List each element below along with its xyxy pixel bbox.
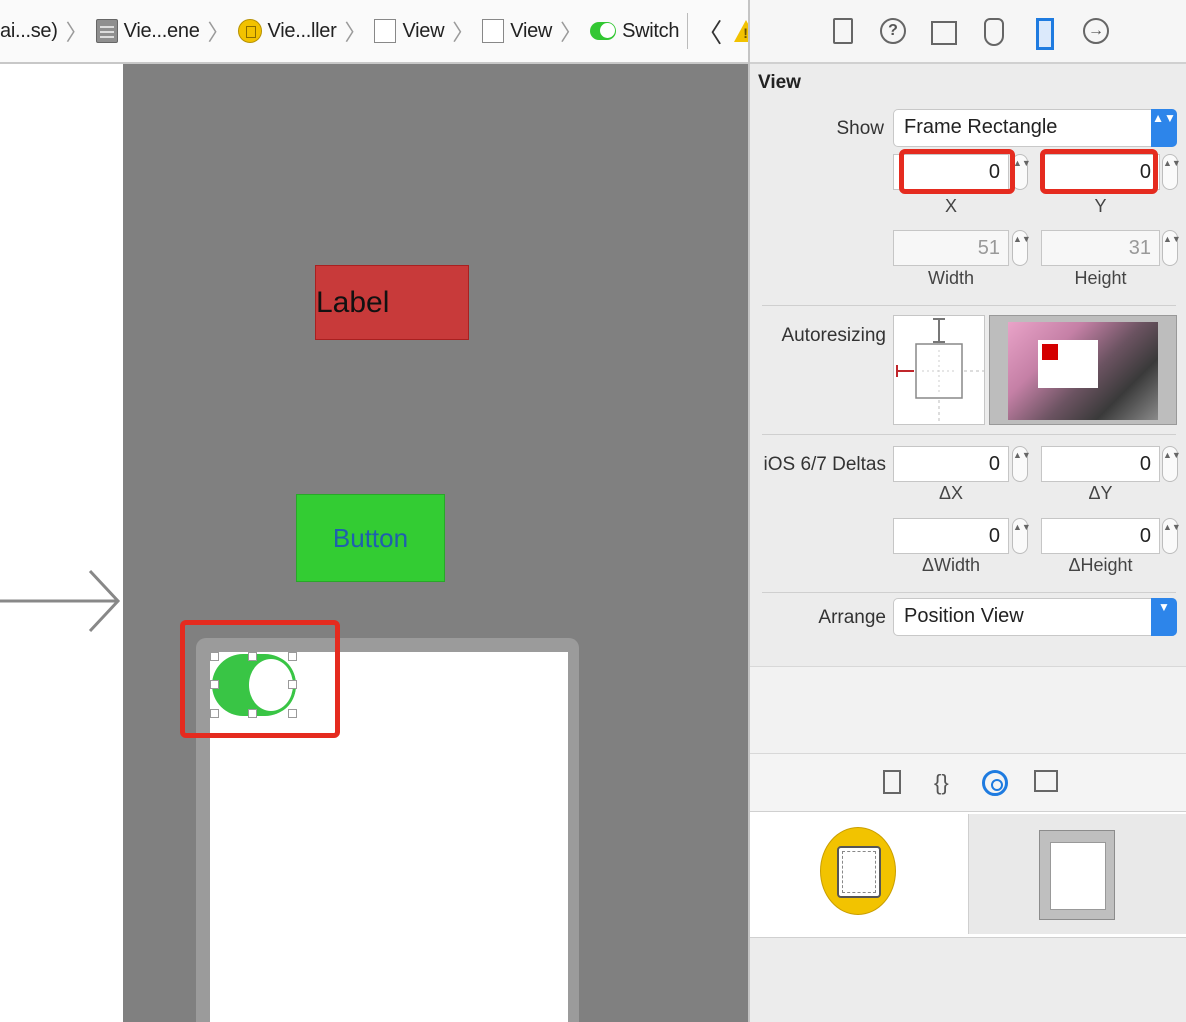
delta-height-caption: ΔHeight xyxy=(1068,555,1133,575)
attributes-inspector-icon[interactable] xyxy=(984,18,1004,46)
delta-x-stepper[interactable]: ▲▼ xyxy=(1012,446,1031,482)
section-title: View xyxy=(758,72,801,93)
breadcrumb-item-view[interactable]: View xyxy=(482,0,553,62)
delta-width-field[interactable]: 0 xyxy=(893,518,1009,554)
size-inspector-panel: ? → View Show Frame Rectangle ▲▼ 0 ▲▼ 0 … xyxy=(748,0,1186,1022)
code-snippet-library-icon[interactable]: {} xyxy=(934,770,949,796)
arrange-label: Arrange xyxy=(818,607,886,628)
breadcrumb-item-scene[interactable]: Vie...ene xyxy=(95,0,200,62)
delta-y-caption: ΔY xyxy=(1088,483,1113,503)
breadcrumb-label: View xyxy=(402,19,445,42)
height-stepper[interactable]: ▲▼ xyxy=(1162,230,1181,266)
resize-handle[interactable] xyxy=(248,709,257,718)
breadcrumb-label: Vie...ene xyxy=(123,19,200,42)
delta-width-caption: ΔWidth xyxy=(921,555,981,575)
breadcrumb-label: ai...se) xyxy=(0,19,58,42)
show-popup-value: Frame Rectangle xyxy=(904,116,1058,138)
deltas-label: iOS 6/7 Deltas xyxy=(763,454,887,475)
breadcrumb-label: Vie...ller xyxy=(267,19,337,42)
breadcrumb-separator: 〉 xyxy=(344,20,367,45)
preview-subview xyxy=(1042,344,1058,360)
show-label: Show xyxy=(836,118,884,139)
object-library-grid xyxy=(750,812,1186,938)
arrange-popup-value: Position View xyxy=(904,605,1024,627)
view-controller-icon xyxy=(237,19,262,43)
y-field[interactable]: 0 xyxy=(1041,154,1160,190)
x-field[interactable]: 0 xyxy=(893,154,1009,190)
divider xyxy=(762,592,1176,593)
library-tab-bar: {} xyxy=(750,754,1186,812)
breadcrumb-separator: 〉 xyxy=(560,20,583,45)
file-inspector-icon[interactable] xyxy=(833,18,853,44)
identity-inspector-icon[interactable] xyxy=(931,21,957,45)
autoresizing-mask-editor[interactable] xyxy=(893,315,985,425)
resize-handle[interactable] xyxy=(288,680,297,689)
resize-handle[interactable] xyxy=(288,652,297,661)
show-popup[interactable]: Frame Rectangle ▲▼ xyxy=(893,109,1177,147)
breadcrumb-separator: 〉 xyxy=(452,20,475,45)
view-controller-library-item-icon[interactable] xyxy=(820,827,896,915)
chevron-down-icon: ▼ xyxy=(1151,598,1177,636)
view-icon xyxy=(374,19,397,43)
canvas-button[interactable]: Button xyxy=(296,494,445,582)
autoresizing-struts-icon xyxy=(896,318,984,423)
y-stepper[interactable]: ▲▼ xyxy=(1162,154,1181,190)
x-caption: X xyxy=(944,196,957,216)
delta-y-field[interactable]: 0 xyxy=(1041,446,1160,482)
y-caption: Y xyxy=(1094,196,1107,216)
breadcrumb-item-switch[interactable]: Switch xyxy=(590,0,680,62)
media-library-icon[interactable] xyxy=(1034,770,1058,792)
resize-handle[interactable] xyxy=(210,680,219,689)
delta-height-stepper[interactable]: ▲▼ xyxy=(1162,518,1181,554)
resize-handle[interactable] xyxy=(248,652,257,661)
issue-navigator: 〈 〉 xyxy=(687,13,748,49)
breadcrumb-item-view-controller[interactable]: Vie...ller xyxy=(237,0,337,62)
breadcrumb-item-view[interactable]: View xyxy=(374,0,445,62)
divider xyxy=(762,305,1176,306)
inspector-tab-bar: ? → xyxy=(750,0,1186,64)
resize-handle[interactable] xyxy=(210,652,219,661)
canvas-label[interactable]: Label xyxy=(315,265,469,340)
delta-x-field[interactable]: 0 xyxy=(893,446,1009,482)
warning-icon[interactable] xyxy=(734,20,748,42)
canvas-switch[interactable] xyxy=(210,652,298,718)
breadcrumb-label: View xyxy=(510,19,553,42)
object-library-icon[interactable] xyxy=(982,770,1008,796)
resize-handle[interactable] xyxy=(210,709,219,718)
connections-inspector-icon[interactable]: → xyxy=(1083,18,1109,44)
breadcrumb-label: Switch xyxy=(622,19,680,42)
delta-height-field[interactable]: 0 xyxy=(1041,518,1160,554)
x-stepper[interactable]: ▲▼ xyxy=(1012,154,1031,190)
autoresizing-label: Autoresizing xyxy=(781,325,886,346)
width-stepper[interactable]: ▲▼ xyxy=(1012,230,1031,266)
storyboard-scene-icon xyxy=(95,19,118,43)
width-caption: Width xyxy=(927,268,974,288)
resize-handle[interactable] xyxy=(288,709,297,718)
delta-width-stepper[interactable]: ▲▼ xyxy=(1012,518,1031,554)
inspector-empty-area xyxy=(750,666,1186,754)
width-field[interactable]: 51 xyxy=(893,230,1009,266)
breadcrumb-item-project[interactable]: ai...se) xyxy=(0,0,58,62)
switch-icon xyxy=(590,22,617,40)
height-caption: Height xyxy=(1074,268,1127,288)
delta-y-stepper[interactable]: ▲▼ xyxy=(1162,446,1181,482)
quick-help-icon[interactable]: ? xyxy=(880,18,906,44)
jump-bar: ai...se) 〉 Vie...ene 〉 Vie...ller 〉 View… xyxy=(0,0,748,64)
view-icon xyxy=(482,19,505,43)
file-template-library-icon[interactable] xyxy=(883,770,901,794)
breadcrumb-separator: 〉 xyxy=(207,20,230,45)
view-library-item-icon xyxy=(1039,830,1115,920)
library-item-cell[interactable] xyxy=(968,814,1186,934)
entry-point-arrow-icon xyxy=(0,569,121,633)
divider xyxy=(762,434,1176,435)
delta-x-caption: ΔX xyxy=(938,483,964,503)
previous-issue-button[interactable]: 〈 xyxy=(696,13,722,50)
breadcrumb-separator: 〉 xyxy=(65,20,88,45)
height-field[interactable]: 31 xyxy=(1041,230,1160,266)
autoresizing-preview xyxy=(989,315,1177,425)
arrange-popup[interactable]: Position View ▼ xyxy=(893,598,1177,636)
chevron-updown-icon: ▲▼ xyxy=(1151,109,1177,147)
size-inspector-icon[interactable] xyxy=(1036,18,1054,50)
